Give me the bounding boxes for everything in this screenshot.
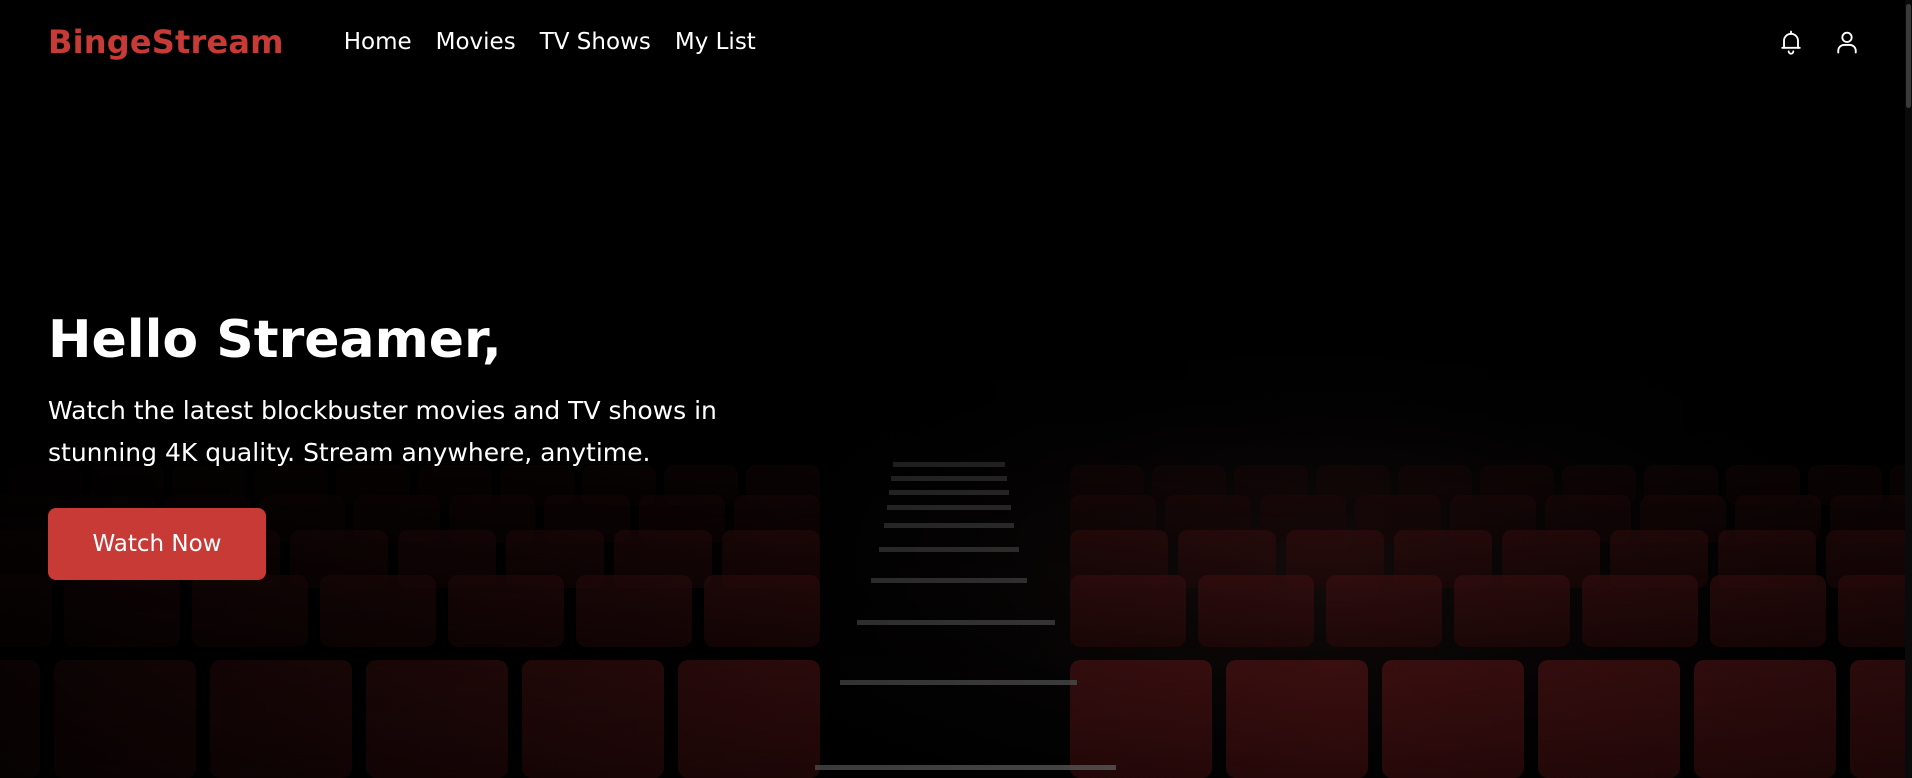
nav-tv-shows[interactable]: TV Shows: [540, 29, 651, 55]
main-nav: Home Movies TV Shows My List: [344, 29, 756, 55]
hero-title: Hello Streamer,: [48, 310, 502, 370]
page: BingeStream Home Movies TV Shows My List: [0, 0, 1912, 778]
seat: [1538, 660, 1680, 778]
seat: [1454, 575, 1570, 647]
seat: [0, 660, 40, 778]
bell-icon: [1781, 30, 1801, 55]
stair-step: [840, 680, 1077, 685]
notifications-button[interactable]: [1776, 27, 1806, 57]
seat: [1850, 660, 1912, 778]
stair-step: [857, 620, 1055, 625]
nav-movies[interactable]: Movies: [436, 29, 516, 55]
seat: [1070, 575, 1186, 647]
nav-home[interactable]: Home: [344, 29, 412, 55]
seat: [64, 575, 180, 647]
header-actions: [1776, 27, 1862, 57]
seat: [54, 660, 196, 778]
seat: [320, 575, 436, 647]
profile-button[interactable]: [1832, 27, 1862, 57]
watch-now-button[interactable]: Watch Now: [48, 508, 266, 580]
seat: [1694, 660, 1836, 778]
seat: [576, 575, 692, 647]
hero-section: Hello Streamer, Watch the latest blockbu…: [48, 308, 828, 580]
top-navigation-bar: BingeStream Home Movies TV Shows My List: [0, 0, 1912, 84]
stair-step: [879, 547, 1019, 552]
seat: [704, 575, 820, 647]
page-scrollbar[interactable]: [1905, 0, 1912, 778]
seat: [1198, 575, 1314, 647]
seat: [1226, 660, 1368, 778]
stair-step: [815, 765, 1116, 770]
seat: [1582, 575, 1698, 647]
stair-step: [889, 490, 1009, 495]
brand-logo[interactable]: BingeStream: [48, 23, 284, 61]
seat: [1710, 575, 1826, 647]
seat: [366, 660, 508, 778]
nav-my-list[interactable]: My List: [675, 29, 756, 55]
seat: [210, 660, 352, 778]
seat: [678, 660, 820, 778]
stair-step: [893, 462, 1005, 467]
hero-subtitle: Watch the latest blockbuster movies and …: [48, 396, 717, 467]
seat: [1326, 575, 1442, 647]
stair-step: [884, 523, 1014, 528]
scrollbar-thumb[interactable]: [1906, 4, 1911, 108]
seat: [0, 575, 52, 647]
stair-step: [871, 578, 1027, 583]
seat: [522, 660, 664, 778]
seat: [1382, 660, 1524, 778]
seat: [1838, 575, 1912, 647]
seat: [1070, 660, 1212, 778]
user-icon: [1837, 31, 1857, 54]
stair-step: [891, 476, 1007, 481]
seat: [448, 575, 564, 647]
stair-step: [887, 505, 1011, 510]
seat: [192, 575, 308, 647]
